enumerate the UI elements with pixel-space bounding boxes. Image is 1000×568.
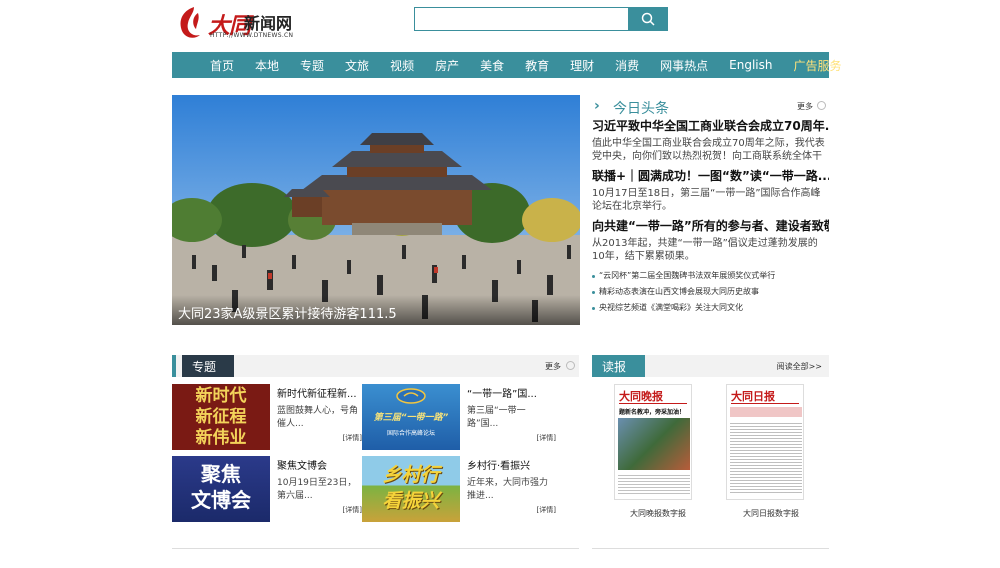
hero-slide[interactable]: 大同23家A级景区累计接待游客111.5 (172, 95, 580, 325)
nav-item-food[interactable]: 美食 (480, 57, 504, 74)
topic-desc: 近年来，大同市强力推进... (467, 478, 549, 501)
reading-section-header: 读报 阅读全部>> (592, 355, 829, 377)
nav-item-hot-topics[interactable]: 网事热点 (660, 57, 708, 74)
news-bullet-list: “云冈杯”第二届全国魏碑书法双年展颁奖仪式举行 精彩动态表演在山西文博会展现大同… (592, 268, 829, 316)
topics-more-link[interactable]: 更多 (545, 361, 561, 372)
nav-item-english[interactable]: English (729, 58, 772, 72)
bullet-news-link[interactable]: 央视综艺频道《满堂喝彩》关注大同文化 (592, 300, 829, 316)
paper-masthead: 大同日报 (731, 390, 775, 403)
thumb-text: 第三届“一带一路” (373, 413, 449, 423)
topic-desc: 蓝图鼓舞人心，号角催人... (277, 406, 359, 429)
topic-thumb-expo[interactable]: 聚焦 文博会 (172, 456, 270, 522)
logo-flame-icon (180, 7, 200, 38)
reading-title[interactable]: 读报 (592, 355, 645, 377)
news-summary: 值此中华全国工商业联合会成立70周年之际，我代表党中央，向你们致以热烈祝贺！向工… (592, 138, 825, 162)
search-input[interactable] (414, 7, 629, 31)
topic-thumb-new-era[interactable]: 新时代 新征程 新伟业 (172, 384, 270, 450)
today-headlines-panel: › 今日头条 更多 习近平致中华全国工商业联合会成立70周年... 值此中华全国… (592, 95, 829, 316)
more-circle-icon[interactable] (817, 101, 826, 110)
topic-thumb-belt-road[interactable]: 第三届“一带一路” 国际合作高峰论坛 (362, 384, 460, 450)
hero-caption[interactable]: 大同23家A级景区累计接待游客111.5 (172, 295, 580, 325)
logo-site-name: 新闻网 (244, 14, 293, 33)
paper-daily[interactable]: 大同日报 (726, 384, 804, 500)
bullet-news-link[interactable]: “云冈杯”第二届全国魏碑书法双年展颁奖仪式举行 (592, 268, 829, 284)
nav-item-finance[interactable]: 理财 (570, 57, 594, 74)
nav-item-consumer[interactable]: 消费 (615, 57, 639, 74)
paper-evening[interactable]: 大同晚报 题新名教冲，旁采加油！ (614, 384, 692, 500)
chevron-right-icon: › (594, 98, 600, 114)
nav-item-real-estate[interactable]: 房产 (435, 57, 459, 74)
topic-card[interactable]: 聚焦 文博会 聚焦文博会 10月19日至23日，第六届... [详情] (172, 456, 362, 522)
thumb-text: 新时代 (195, 386, 247, 406)
topic-title[interactable]: “一带一路”国... (467, 385, 556, 400)
main-nav: 首页 本地 专题 文旅 视频 房产 美食 教育 理财 消费 网事热点 Engli… (172, 52, 842, 78)
nav-item-video[interactable]: 视频 (390, 57, 414, 74)
topic-detail-link[interactable]: [详情] (537, 433, 556, 443)
nav-item-local[interactable]: 本地 (255, 57, 279, 74)
thumb-text: 乡村行 (382, 464, 440, 486)
topics-title[interactable]: 专题 (182, 355, 234, 377)
topic-detail-link[interactable]: [详情] (537, 505, 556, 515)
thumb-text: 聚焦 (201, 462, 241, 486)
hero-image-temple (172, 95, 580, 325)
logo-url: HTTP://WWW.DTNEWS.CN (210, 32, 294, 39)
divider (592, 548, 829, 549)
nav-item-home[interactable]: 首页 (210, 57, 234, 74)
news-headline[interactable]: 习近平致中华全国工商业联合会成立70周年... (592, 118, 829, 134)
news-item: 向共建“一带一路”所有的参与者、建设者致敬 从2013年起，共建“一带一路”倡议… (592, 218, 829, 263)
section-accent (172, 355, 176, 377)
topic-title[interactable]: 乡村行·看振兴 (467, 457, 556, 472)
topic-detail-link[interactable]: [详情] (343, 433, 362, 443)
paper-caption[interactable]: 大同晚报数字报 (630, 508, 686, 519)
topic-card[interactable]: 新时代 新征程 新伟业 新时代新征程新... 蓝图鼓舞人心，号角催人... [详… (172, 384, 362, 450)
search-icon (641, 12, 655, 26)
thumb-text: 看振兴 (382, 490, 440, 512)
news-item: 习近平致中华全国工商业联合会成立70周年... 值此中华全国工商业联合会成立70… (592, 118, 829, 163)
news-headline[interactable]: 向共建“一带一路”所有的参与者、建设者致敬 (592, 218, 829, 234)
nav-item-culture-tourism[interactable]: 文旅 (345, 57, 369, 74)
paper-caption[interactable]: 大同日报数字报 (743, 508, 799, 519)
search-button[interactable] (628, 7, 668, 31)
paper-headline: 题新名教冲，旁采加油！ (619, 409, 686, 416)
paper-banner (730, 407, 802, 417)
topic-title[interactable]: 聚焦文博会 (277, 457, 362, 472)
site-logo[interactable]: 大同 新闻网 HTTP://WWW.DTNEWS.CN (176, 5, 316, 41)
thumb-text: 新征程 (195, 407, 247, 427)
nav-item-education[interactable]: 教育 (525, 57, 549, 74)
topic-card[interactable]: 第三届“一带一路” 国际合作高峰论坛 “一带一路”国... 第三届“一带一路”国… (362, 384, 556, 450)
topics-section-header: 专题 更多 (172, 355, 579, 377)
today-more-link[interactable]: 更多 (797, 101, 813, 112)
divider (172, 548, 579, 549)
paper-masthead: 大同晚报 (619, 390, 663, 403)
topic-detail-link[interactable]: [详情] (343, 505, 362, 515)
topic-thumb-rural[interactable]: 乡村行 看振兴 (362, 456, 460, 522)
nav-item-topics[interactable]: 专题 (300, 57, 324, 74)
topic-card[interactable]: 乡村行 看振兴 乡村行·看振兴 近年来，大同市强力推进... [详情] (362, 456, 556, 522)
topic-desc: 第三届“一带一路”国... (467, 406, 526, 429)
news-item: 联播+｜圆满成功！一图“数”读“一带一路... 10月17日至18日，第三届“一… (592, 168, 829, 213)
news-summary: 从2013年起，共建“一带一路”倡议走过蓬勃发展的10年，结下累累硕果。 (592, 238, 818, 262)
thumb-text: 新伟业 (195, 428, 247, 448)
more-circle-icon[interactable] (566, 361, 575, 370)
paper-text-block (618, 473, 690, 495)
today-title: 今日头条 (613, 101, 669, 117)
thumb-text: 文博会 (191, 488, 251, 512)
today-header: › 今日头条 更多 (592, 95, 829, 117)
topic-title[interactable]: 新时代新征程新... (277, 385, 362, 400)
reading-more-link[interactable]: 阅读全部>> (777, 361, 822, 372)
topic-desc: 10月19日至23日，第六届... (277, 478, 357, 501)
bullet-news-link[interactable]: 精彩动态表演在山西文博会展现大同历史故事 (592, 284, 829, 300)
thumb-text: 国际合作高峰论坛 (386, 430, 435, 437)
paper-text-block (730, 421, 802, 495)
paper-photo (618, 418, 690, 470)
news-summary: 10月17日至18日，第三届“一带一路”国际合作高峰论坛在北京举行。 (592, 188, 821, 212)
search-bar (414, 7, 668, 31)
news-headline[interactable]: 联播+｜圆满成功！一图“数”读“一带一路... (592, 168, 829, 184)
nav-item-ad-service[interactable]: 广告服务 (794, 57, 842, 74)
